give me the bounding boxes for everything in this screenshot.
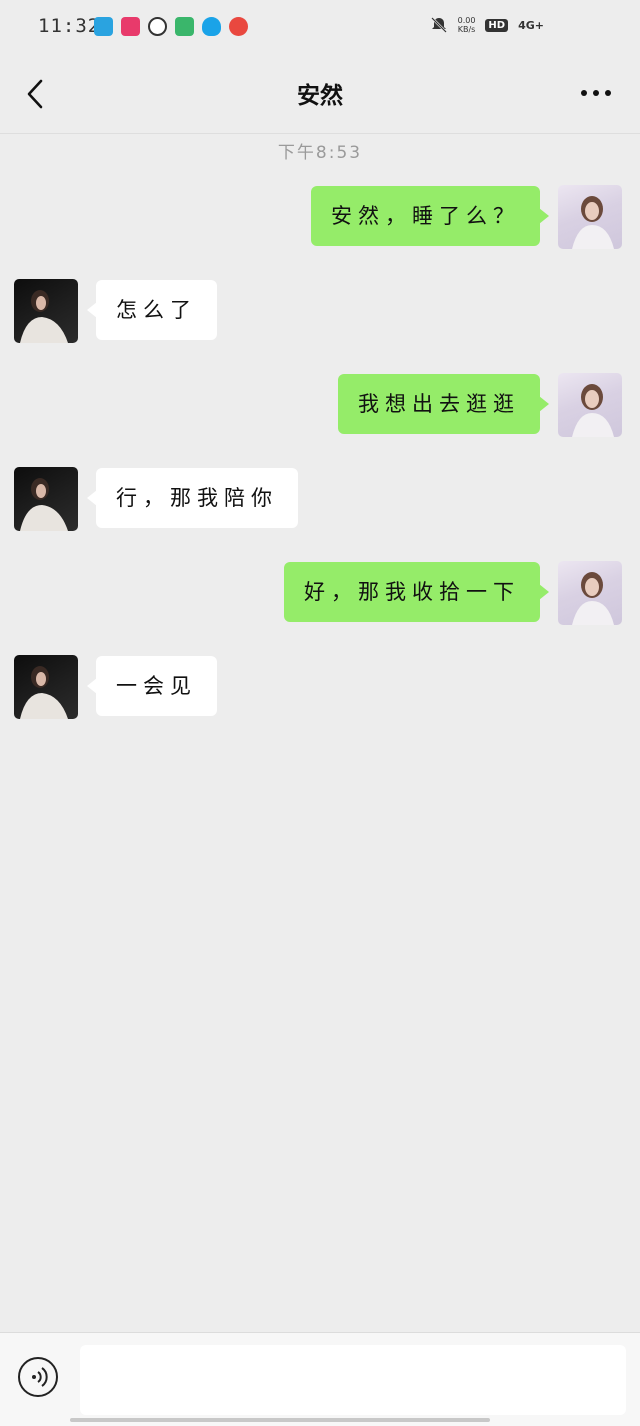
- status-bar: 11:32 0.00 KB/s HD 4G+: [0, 0, 640, 56]
- status-time: 11:32: [38, 15, 101, 37]
- chat-title: 安然: [297, 83, 343, 109]
- message-row-incoming: 一会见: [0, 655, 640, 721]
- message-bubble-outgoing[interactable]: 我想出去逛逛: [338, 374, 549, 434]
- network-speed: 0.00 KB/s: [458, 16, 476, 34]
- voice-toggle-button[interactable]: [18, 1357, 58, 1397]
- contact-avatar[interactable]: [14, 279, 78, 343]
- more-dot: [581, 90, 587, 96]
- message-row-outgoing: 好，那我收拾一下: [0, 561, 640, 627]
- more-options-button[interactable]: [574, 78, 618, 108]
- my-avatar[interactable]: [558, 373, 622, 437]
- 5g-app-icon: [229, 17, 248, 36]
- my-avatar[interactable]: [558, 561, 622, 625]
- message-row-outgoing: 安然，睡了么？: [0, 185, 640, 251]
- voice-input-icon: [32, 1367, 48, 1387]
- message-row-outgoing: 我想出去逛逛: [0, 373, 640, 439]
- system-status-icons: 0.00 KB/s HD 4G+: [430, 16, 544, 34]
- contact-avatar[interactable]: [14, 655, 78, 719]
- input-bar: [0, 1332, 640, 1426]
- network-speed-value: 0.00: [457, 16, 476, 25]
- message-row-incoming: 怎么了: [0, 279, 640, 345]
- message-timestamp: 下午8:53: [277, 143, 363, 163]
- message-bubble-outgoing[interactable]: 好，那我收拾一下: [284, 562, 549, 622]
- message-bubble-incoming[interactable]: 一会见: [87, 656, 217, 716]
- message-input[interactable]: [80, 1345, 626, 1415]
- notification-icons: [94, 17, 248, 36]
- message-bubble-incoming[interactable]: 怎么了: [87, 280, 217, 340]
- my-avatar[interactable]: [558, 185, 622, 249]
- telegram-app-icon: [94, 17, 113, 36]
- hd-badge: HD: [485, 18, 509, 32]
- mute-bell-icon: [430, 16, 448, 34]
- network-type: 4G+: [518, 18, 544, 32]
- more-dot: [593, 90, 599, 96]
- video-app-icon: [121, 17, 140, 36]
- chat-header: 安然: [0, 56, 640, 134]
- message-bubble-incoming[interactable]: 行，那我陪你: [87, 468, 298, 528]
- qq-app-icon: [202, 17, 221, 36]
- contact-avatar[interactable]: [14, 467, 78, 531]
- weibo-app-icon: [148, 17, 167, 36]
- home-indicator[interactable]: [70, 1418, 490, 1422]
- network-speed-unit: KB/s: [457, 25, 476, 34]
- more-dot: [605, 90, 611, 96]
- message-row-incoming: 行，那我陪你: [0, 467, 640, 533]
- message-bubble-outgoing[interactable]: 安然，睡了么？: [311, 186, 549, 246]
- video-player-app-icon: [175, 17, 194, 36]
- header-divider: [0, 133, 640, 134]
